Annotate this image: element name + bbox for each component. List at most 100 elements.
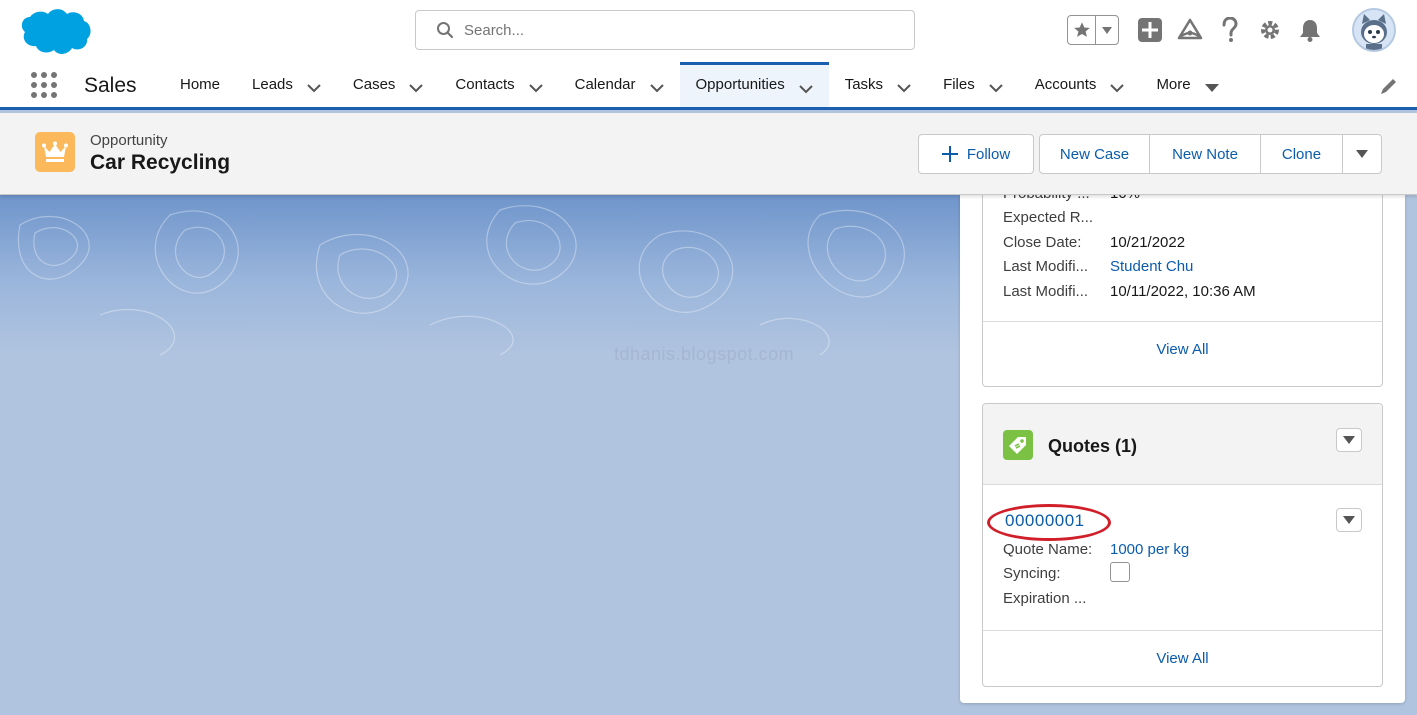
- salesforce-logo[interactable]: [18, 6, 92, 56]
- new-note-label: New Note: [1172, 145, 1238, 163]
- nav-item-more[interactable]: More: [1140, 62, 1234, 107]
- chevron-down-icon[interactable]: [989, 80, 1003, 92]
- help-icon[interactable]: [1216, 16, 1244, 44]
- quote-name-link[interactable]: 1000 per kg: [1110, 541, 1189, 558]
- related-column: Probability ... 10% Expected R... Close …: [960, 185, 1405, 703]
- favorites-star-icon[interactable]: [1068, 16, 1096, 44]
- field-value: 10/11/2022, 10:36 AM: [1110, 283, 1256, 300]
- more-actions-button[interactable]: [1342, 134, 1382, 174]
- nav-item-cases[interactable]: Cases: [337, 62, 440, 107]
- quote-row-menu-button[interactable]: [1336, 508, 1362, 532]
- quotes-card-title[interactable]: Quotes (1): [1048, 436, 1137, 457]
- chevron-down-icon[interactable]: [528, 80, 543, 92]
- nav-item-label: Contacts: [455, 76, 515, 93]
- global-search-bar[interactable]: Search...: [415, 10, 915, 50]
- nav-item-label: Accounts: [1034, 76, 1097, 93]
- nav-item-label: Calendar: [574, 76, 636, 93]
- field-label: Quote Name:: [1003, 541, 1093, 558]
- topographic-background-pattern: [17, 205, 905, 355]
- quotes-card-menu-button[interactable]: [1336, 428, 1362, 452]
- nav-item-opportunities[interactable]: Opportunities: [679, 62, 829, 107]
- record-actions-group: New Case New Note Clone: [1039, 134, 1382, 174]
- syncing-checkbox: [1110, 562, 1130, 582]
- edit-nav-pencil-icon[interactable]: [1379, 76, 1399, 96]
- nav-item-home[interactable]: Home: [164, 62, 236, 107]
- nav-item-label: Opportunities: [695, 76, 785, 93]
- field-row-close-date: Close Date: 10/21/2022: [1003, 234, 1185, 251]
- nav-item-label: Tasks: [844, 76, 884, 93]
- field-label: Expiration ...: [1003, 590, 1087, 607]
- nav-item-tasks[interactable]: Tasks: [829, 62, 927, 107]
- global-header: Search...: [0, 0, 1417, 62]
- quote-tag-icon: [1003, 430, 1033, 460]
- field-label: Last Modifi...: [1003, 283, 1089, 300]
- app-name: Sales: [84, 74, 137, 97]
- nav-item-label: Leads: [252, 76, 293, 93]
- field-label: Syncing:: [1003, 565, 1061, 582]
- clone-button[interactable]: Clone: [1260, 134, 1343, 174]
- search-placeholder: Search...: [464, 21, 525, 39]
- field-label: Last Modifi...: [1003, 258, 1089, 275]
- record-object-type: Opportunity: [90, 132, 168, 149]
- nav-item-contacts[interactable]: Contacts: [439, 62, 558, 107]
- chevron-down-icon[interactable]: [409, 80, 424, 92]
- nav-item-label: Cases: [352, 76, 396, 93]
- nav-items: Home Leads Cases Contacts Calendar Oppor…: [164, 62, 1235, 107]
- notifications-bell-icon[interactable]: [1296, 16, 1324, 44]
- follow-button[interactable]: Follow: [918, 134, 1034, 174]
- field-value: 10/21/2022: [1110, 234, 1186, 251]
- watermark-text: tdhanis.blogspot.com: [614, 344, 795, 364]
- new-case-label: New Case: [1059, 145, 1130, 163]
- nav-item-label: Files: [943, 76, 975, 93]
- nav-item-accounts[interactable]: Accounts: [1019, 62, 1141, 107]
- new-note-button[interactable]: New Note: [1149, 134, 1261, 174]
- field-label: Expected R...: [1003, 209, 1094, 226]
- caret-down-icon: [1343, 516, 1355, 524]
- header-utility-icons: [1067, 14, 1336, 46]
- follow-label: Follow: [966, 145, 1011, 163]
- nav-item-label: Home: [180, 76, 221, 93]
- user-avatar[interactable]: [1352, 8, 1396, 52]
- favorites-list-chevron-icon[interactable]: [1096, 16, 1118, 44]
- favorites-button-group: [1067, 15, 1119, 45]
- quotes-card: Quotes (1) 00000001 Quote Name: 1000 per…: [982, 403, 1383, 687]
- record-title: Car Recycling: [90, 151, 231, 174]
- plus-icon: [941, 146, 958, 162]
- chevron-down-icon[interactable]: [897, 80, 911, 92]
- view-all-link[interactable]: View All: [983, 650, 1382, 667]
- card-divider: [983, 321, 1382, 322]
- nav-item-files[interactable]: Files: [927, 62, 1019, 107]
- card-divider: [983, 630, 1382, 631]
- field-row-last-modified-by: Last Modifi... Student Chu: [1003, 258, 1193, 275]
- field-row-expected-revenue: Expected R...: [1003, 209, 1110, 226]
- field-row-last-modified-date: Last Modifi... 10/11/2022, 10:36 AM: [1003, 283, 1256, 300]
- record-header: Opportunity Car Recycling Follow New Cas…: [0, 113, 1417, 195]
- navigation-bar: Sales Home Leads Cases Contacts Calendar…: [0, 62, 1417, 110]
- caret-down-icon[interactable]: [1204, 80, 1219, 92]
- nav-item-label: More: [1156, 76, 1191, 93]
- field-row-expiration: Expiration ...: [1003, 590, 1110, 607]
- field-label: Close Date:: [1003, 234, 1082, 251]
- last-modified-by-link[interactable]: Student Chu: [1110, 258, 1193, 275]
- view-all-link[interactable]: View All: [983, 341, 1382, 358]
- app-launcher-waffle-icon[interactable]: [30, 71, 58, 99]
- chevron-down-icon[interactable]: [1110, 80, 1125, 92]
- chevron-down-icon[interactable]: [799, 81, 813, 94]
- search-icon: [436, 21, 454, 39]
- quote-number-link[interactable]: 00000001: [1005, 511, 1085, 531]
- nav-item-leads[interactable]: Leads: [236, 62, 337, 107]
- nav-item-calendar[interactable]: Calendar: [559, 62, 680, 107]
- setup-gear-icon[interactable]: [1256, 16, 1284, 44]
- details-card: Probability ... 10% Expected R... Close …: [982, 185, 1383, 387]
- opportunity-crown-icon: [35, 132, 75, 172]
- quotes-card-header: Quotes (1): [983, 404, 1382, 485]
- add-icon[interactable]: [1136, 16, 1164, 44]
- clone-label: Clone: [1281, 145, 1322, 163]
- chevron-down-icon[interactable]: [649, 80, 664, 92]
- chevron-down-icon[interactable]: [307, 80, 321, 92]
- field-row-syncing: Syncing:: [1003, 562, 1130, 582]
- field-row-quote-name: Quote Name: 1000 per kg: [1003, 541, 1189, 558]
- new-case-button[interactable]: New Case: [1039, 134, 1150, 174]
- caret-down-icon: [1356, 150, 1368, 158]
- trailhead-icon[interactable]: [1176, 16, 1204, 44]
